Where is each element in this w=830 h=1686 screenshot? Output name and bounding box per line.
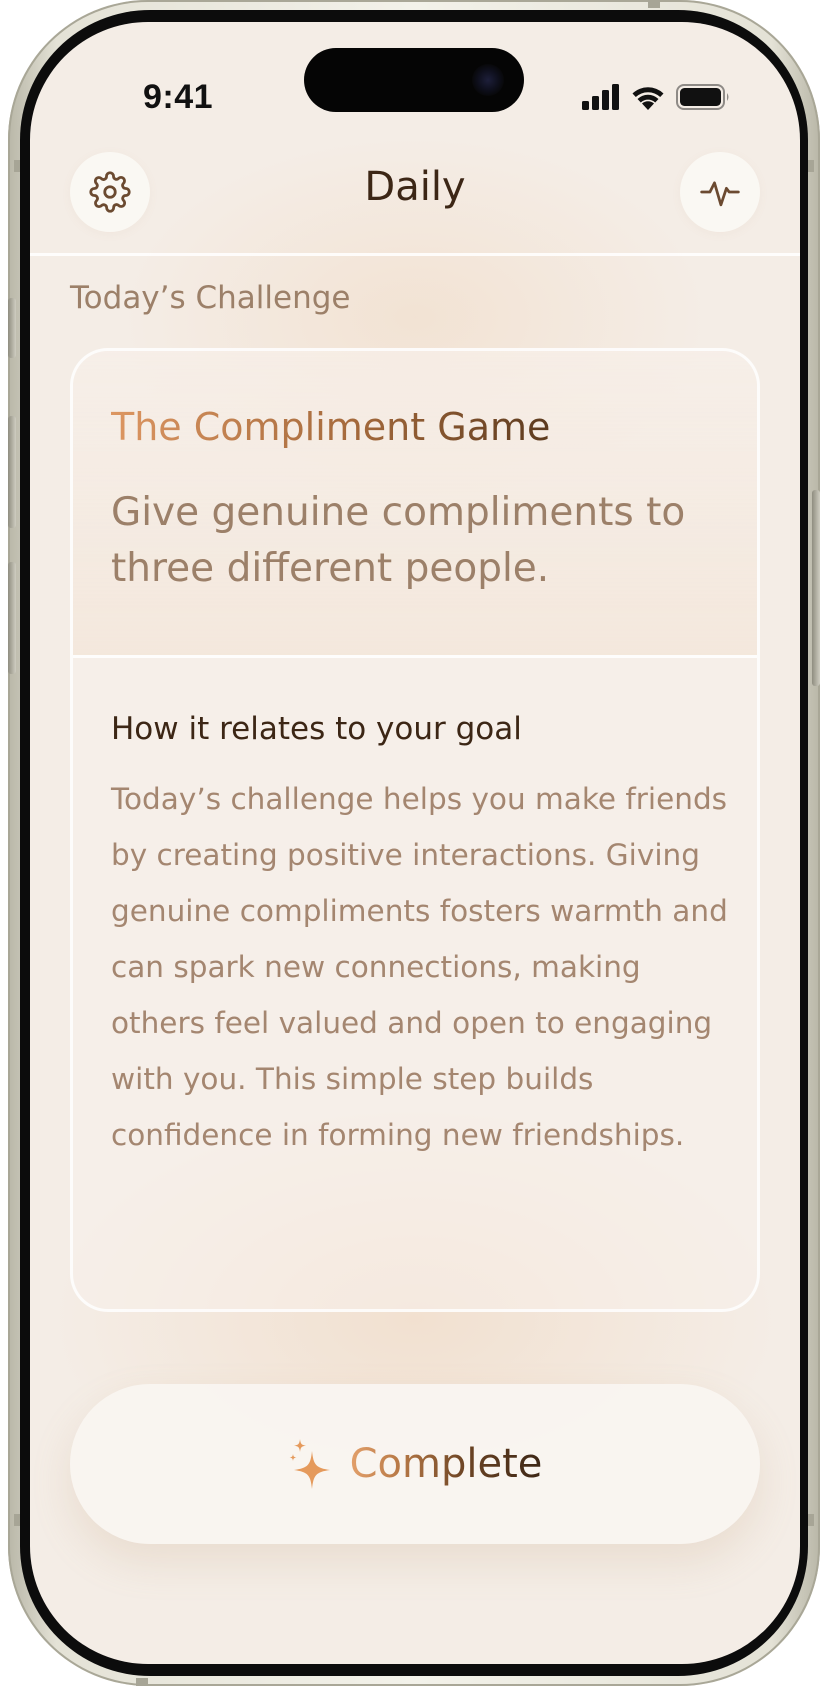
activity-pulse-icon	[700, 181, 740, 207]
volume-down-button	[8, 562, 16, 674]
goal-relation-heading: How it relates to your goal	[111, 711, 522, 747]
activity-button[interactable]	[680, 152, 760, 232]
section-label: Today’s Challenge	[70, 280, 351, 316]
antenna-band	[136, 1678, 148, 1686]
front-camera-icon	[472, 64, 504, 96]
antenna-band	[648, 0, 660, 8]
app-header: Daily	[30, 132, 800, 256]
screen: 9:41 Daily Today’s Challenge The Complim…	[30, 22, 800, 1664]
dynamic-island	[304, 48, 524, 112]
status-time: 9:41	[143, 78, 214, 116]
challenge-description: Give genuine compliments to three differ…	[111, 490, 686, 591]
sparkle-icon	[289, 1439, 330, 1489]
power-button	[812, 490, 820, 686]
antenna-band	[808, 160, 814, 172]
action-button	[8, 298, 16, 358]
volume-up-button	[8, 416, 16, 528]
challenge-summary: The Compliment Game Give genuine complim…	[73, 351, 757, 658]
challenge-card: The Compliment Game Give genuine complim…	[70, 348, 760, 1312]
complete-button[interactable]: Complete	[70, 1384, 760, 1544]
battery-icon	[676, 84, 729, 110]
antenna-band	[808, 1514, 814, 1526]
cellular-signal-icon	[582, 84, 619, 110]
challenge-title: The Compliment Game	[111, 405, 551, 449]
goal-relation-text: Today’s challenge helps you make friends…	[111, 782, 728, 1152]
wifi-icon	[632, 87, 664, 110]
status-icons	[582, 84, 730, 110]
complete-label: Complete	[349, 1441, 543, 1487]
